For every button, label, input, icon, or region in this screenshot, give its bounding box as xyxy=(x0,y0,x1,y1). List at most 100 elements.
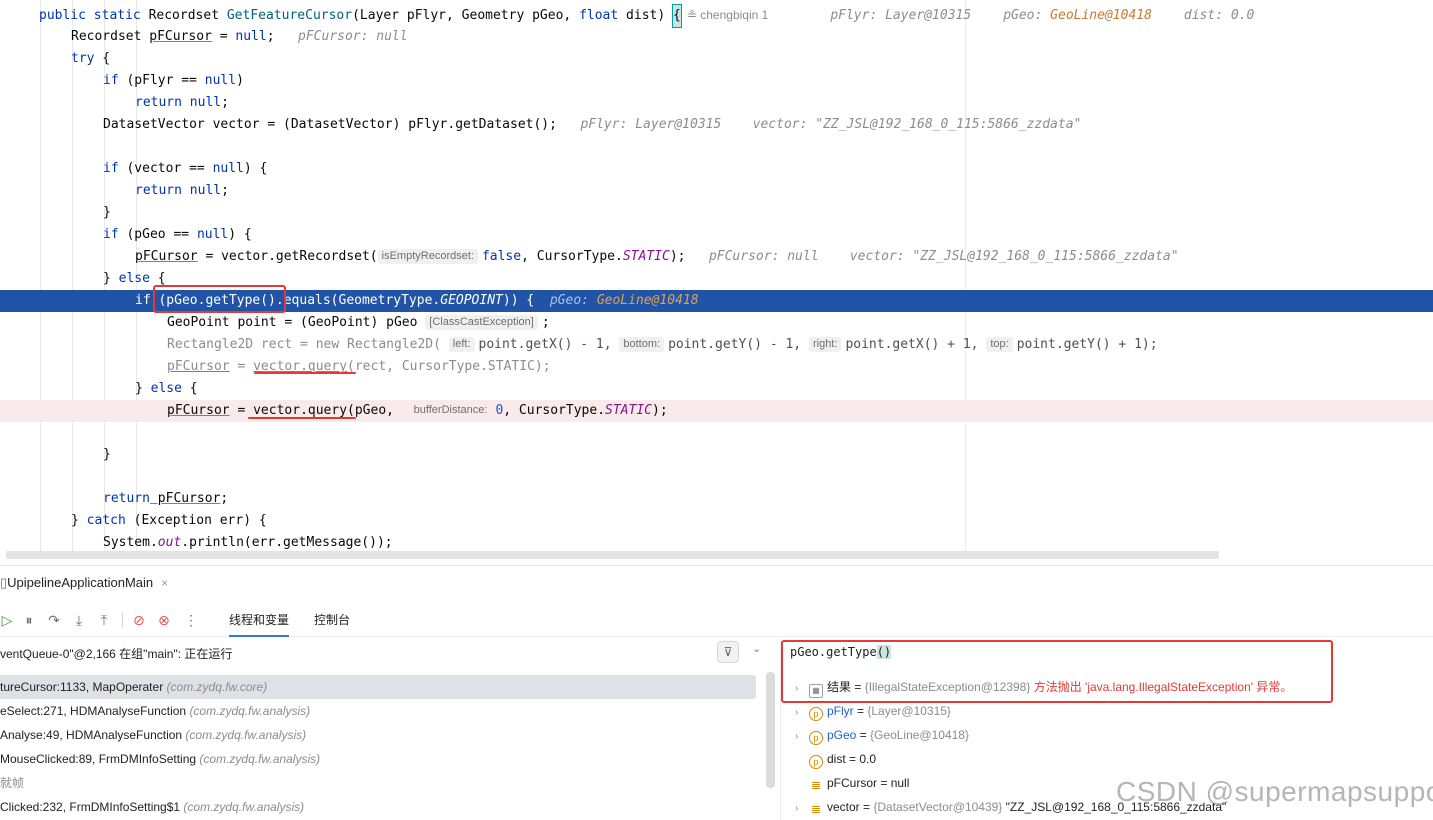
code-text: , CursorType. xyxy=(521,249,623,264)
step-out-icon[interactable]: ⤒ xyxy=(95,611,113,629)
frame-package: (com.zydq.fw.core) xyxy=(166,680,268,694)
code-line[interactable]: } xyxy=(0,202,1433,224)
stack-frame-selected[interactable]: tureCursor:1133, MapOperater (com.zydq.f… xyxy=(0,675,756,699)
equals-sign: = xyxy=(851,680,865,694)
code-text: { xyxy=(149,271,166,286)
keyword: if xyxy=(135,293,151,308)
stack-frame[interactable]: Clicked:232, FrmDMInfoSetting$1 (com.zyd… xyxy=(0,795,756,819)
semicolon: ; xyxy=(266,29,275,44)
frames-scrollbar[interactable] xyxy=(766,672,775,788)
resume-icon[interactable]: ▷ xyxy=(0,611,16,629)
code-text: (vector == xyxy=(118,161,213,176)
stack-frame[interactable]: Analyse:49, HDMAnalyseFunction (com.zydq… xyxy=(0,723,756,747)
code-text: ) { xyxy=(228,227,252,242)
code-line[interactable]: } else { xyxy=(0,378,1433,400)
inline-value-hint: pFlyr: Layer@10315 xyxy=(830,8,972,23)
evaluate-expression-input[interactable]: pGeo.getType() xyxy=(790,645,892,659)
stack-frame[interactable]: MouseClicked:89, FrmDMInfoSetting (com.z… xyxy=(0,747,756,771)
breakpoint-error-line[interactable]: pFCursor = vector.query(pGeo, bufferDist… xyxy=(0,400,1433,422)
code-line[interactable]: GeoPoint point = (GeoPoint) pGeo [ClassC… xyxy=(0,312,1433,334)
code-text: ); xyxy=(669,249,686,264)
code-line-unreachable[interactable]: Rectangle2D rect = new Rectangle2D( left… xyxy=(0,334,1433,356)
chevron-right-icon[interactable]: › xyxy=(795,725,809,749)
annotation-box-gettype xyxy=(153,285,286,313)
author-name: chengbiqin 1 xyxy=(700,8,769,22)
author-hint[interactable]: ≗ chengbiqin 1 xyxy=(687,4,768,26)
more-options-icon[interactable]: ⋮ xyxy=(182,611,200,629)
semicolon: ; xyxy=(220,491,229,506)
equals-sign: = xyxy=(856,728,871,742)
code-line[interactable]: if (vector == null) { xyxy=(0,158,1433,180)
keyword: return xyxy=(103,491,150,506)
chevron-down-icon[interactable]: ⌄ xyxy=(752,642,761,655)
code-text: { xyxy=(181,381,198,396)
code-text: .println(err.getMessage()); xyxy=(181,535,393,550)
inline-value-hint: dist: 0.0 xyxy=(1183,8,1255,23)
exception-hint: [ClassCastException] xyxy=(425,315,538,330)
tab-console[interactable]: 控制台 xyxy=(314,611,350,629)
variable-value: 0.0 xyxy=(859,752,877,766)
code-line[interactable]: try { xyxy=(0,48,1433,70)
variable-row-result[interactable]: › ▦ 结果 = {IllegalStateException@12398} 方法抛… xyxy=(781,675,1433,699)
code-line[interactable]: return null; xyxy=(0,92,1433,114)
editor-horizontal-scrollbar[interactable] xyxy=(6,551,1219,559)
inline-value-hint-changed: GeoLine@10418 xyxy=(596,293,699,308)
code-line[interactable]: return pFCursor; xyxy=(0,488,1433,510)
code-line[interactable]: } catch (Exception err) { xyxy=(0,510,1433,532)
frame-package: (com.zydq.fw.analysis) xyxy=(183,800,305,814)
code-line[interactable]: if (pFlyr == null) xyxy=(0,70,1433,92)
mute-breakpoints-icon[interactable]: ⊗ xyxy=(155,611,173,629)
close-icon[interactable]: × xyxy=(161,576,168,590)
return-type: Recordset xyxy=(148,8,220,23)
variable-row[interactable]: › p pFlyr = {Layer@10315} xyxy=(781,699,1433,723)
variable: pFCursor xyxy=(149,29,212,44)
code-text: point.getX() + 1, xyxy=(845,337,987,352)
code-text: } xyxy=(71,513,87,528)
stack-frame-hidden[interactable]: 就帧 xyxy=(0,771,756,795)
toolbar-separator xyxy=(122,612,123,628)
variable-row[interactable]: › p pGeo = {GeoLine@10418} xyxy=(781,723,1433,747)
chevron-right-icon[interactable]: › xyxy=(795,677,809,701)
static-field: STATIC xyxy=(605,403,652,418)
chevron-right-icon[interactable]: › xyxy=(795,797,809,820)
code-line[interactable]: return null; xyxy=(0,180,1433,202)
code-text: , CursorType. xyxy=(503,403,606,418)
frame-method: 就帧 xyxy=(0,776,25,790)
thread-selector[interactable]: ventQueue-0"@2,166 在组"main": 正在运行 xyxy=(0,642,770,666)
code-line[interactable]: pFCursor = vector.getRecordset(isEmptyRe… xyxy=(0,246,1433,268)
tab-threads-variables[interactable]: 线程和变量 xyxy=(229,611,290,637)
variable-name: vector xyxy=(827,800,860,814)
variable-value: null xyxy=(890,776,910,790)
stack-frame[interactable]: eSelect:271, HDMAnalyseFunction (com.zyd… xyxy=(0,699,756,723)
view-breakpoints-icon[interactable]: ⊘ xyxy=(130,611,148,629)
debug-session-tab[interactable]: ▯UpipelineApplicationMain × xyxy=(0,572,168,594)
code-text: } xyxy=(103,447,111,462)
params: (Layer pFlyr, Geometry pGeo, xyxy=(352,8,580,23)
expression-text: pGeo.getType xyxy=(790,645,877,659)
keyword: else xyxy=(150,381,182,396)
step-into-icon[interactable]: ⤓ xyxy=(70,611,88,629)
code-line-unreachable[interactable]: pFCursor = vector.query(rect, CursorType… xyxy=(0,356,1433,378)
step-over-icon[interactable]: ↷ xyxy=(45,611,63,629)
code-line[interactable]: if (pGeo == null) { xyxy=(0,224,1433,246)
filter-icon[interactable]: ⊽ xyxy=(717,641,739,663)
inline-value-hint: vector: "ZZ_JSL@192_168_0_115:5866_zzdat… xyxy=(849,249,1179,264)
code-line[interactable]: } xyxy=(0,444,1433,466)
code-line[interactable]: DatasetVector vector = (DatasetVector) p… xyxy=(0,114,1433,136)
param-icon: p xyxy=(809,755,823,769)
keyword: null xyxy=(204,73,237,88)
code-text: = vector.getRecordset( xyxy=(197,249,378,264)
code-text: } xyxy=(103,205,111,220)
pause-icon[interactable]: ⏸ xyxy=(20,611,38,629)
code-line-signature[interactable]: public static Recordset GetFeatureCursor… xyxy=(0,4,1433,28)
code-line[interactable]: Recordset pFCursor = null; pFCursor: nul… xyxy=(0,26,1433,48)
code-text: ); xyxy=(652,403,668,418)
code-text: } xyxy=(103,271,119,286)
debug-toolbar: ▷ ⏸ ↷ ⤓ ⤒ ⊘ ⊗ ⋮ 线程和变量 控制台 xyxy=(0,603,1433,637)
operator: = xyxy=(211,29,236,44)
keyword: else xyxy=(118,271,150,286)
keyword: return xyxy=(135,95,182,110)
variable-row[interactable]: p dist = 0.0 xyxy=(781,747,1433,771)
code-editor[interactable]: public static Recordset GetFeatureCursor… xyxy=(0,0,1433,563)
chevron-right-icon[interactable]: › xyxy=(795,701,809,725)
